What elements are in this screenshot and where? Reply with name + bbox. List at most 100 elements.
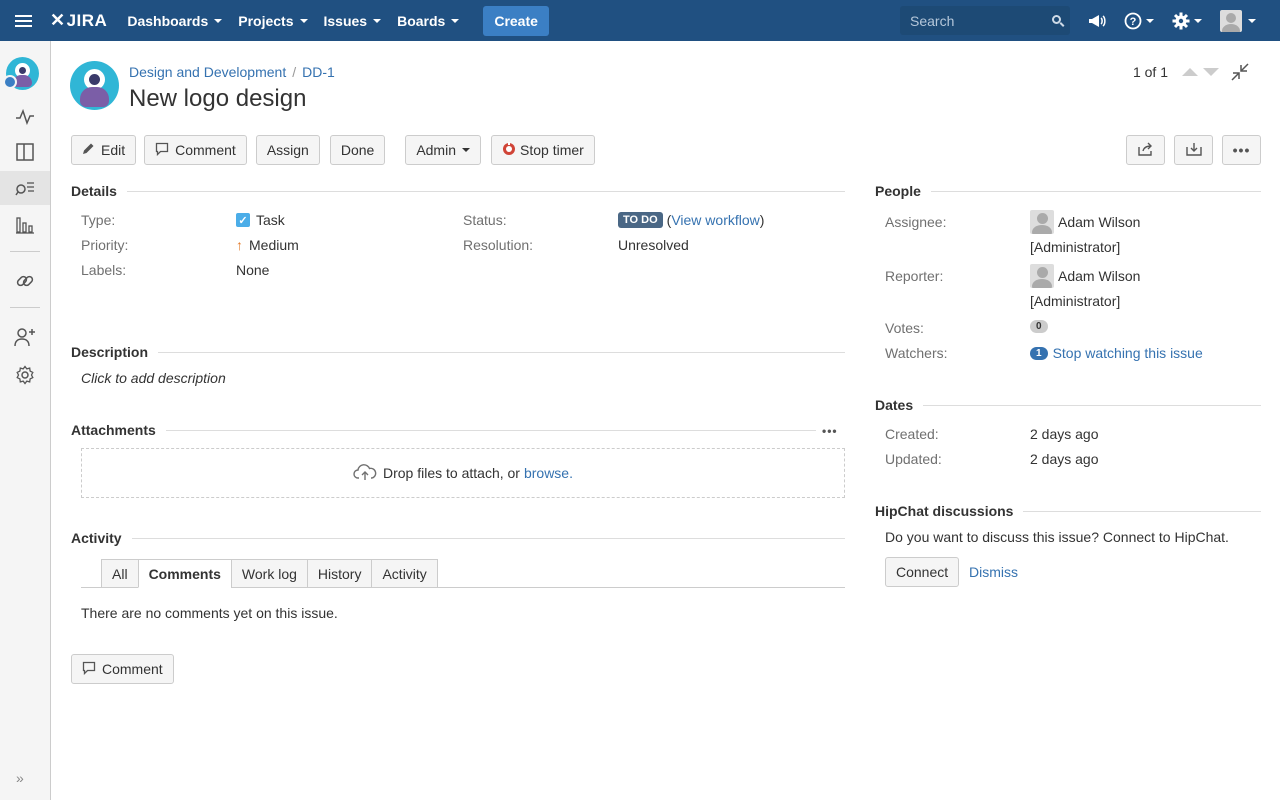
attachments-options-icon[interactable]: ••• xyxy=(822,424,838,438)
next-issue-icon[interactable] xyxy=(1203,68,1219,76)
user-profile-menu[interactable] xyxy=(1220,9,1256,32)
admin-dropdown[interactable]: Admin xyxy=(405,135,481,165)
description-section-heading[interactable]: Description xyxy=(71,344,845,360)
link-icon[interactable] xyxy=(13,269,37,293)
priority-value[interactable]: ↑ Medium xyxy=(236,237,299,253)
watchers-count-badge[interactable]: 1 xyxy=(1030,346,1048,360)
chevron-down-icon xyxy=(214,18,223,23)
tab-work-log[interactable]: Work log xyxy=(230,559,308,588)
stop-watching-link[interactable]: Stop watching this issue xyxy=(1053,345,1203,361)
share-button[interactable] xyxy=(1126,135,1165,165)
reports-icon[interactable] xyxy=(13,213,37,237)
breadcrumb: Design and Development / DD-1 xyxy=(129,64,335,80)
breadcrumb-issue-key-link[interactable]: DD-1 xyxy=(302,64,335,80)
tab-history[interactable]: History xyxy=(306,559,373,588)
assignee-value[interactable]: Adam Wilson xyxy=(1030,210,1140,234)
tab-activity[interactable]: Activity xyxy=(371,559,438,588)
description-field[interactable]: Click to add description xyxy=(81,370,226,386)
jira-logo-icon: ✕ xyxy=(50,10,66,30)
create-button[interactable]: Create xyxy=(483,5,549,36)
reporter-label: Reporter: xyxy=(885,268,944,284)
status-badge: TO DO xyxy=(618,212,663,228)
assignee-label: Assignee: xyxy=(885,214,947,230)
more-icon: ••• xyxy=(1232,142,1251,158)
priority-medium-icon: ↑ xyxy=(236,237,243,253)
issue-title[interactable]: New logo design xyxy=(129,85,306,113)
activity-icon[interactable] xyxy=(13,105,37,129)
export-button-group xyxy=(1174,135,1213,165)
votes-value[interactable]: 0 xyxy=(1030,320,1048,333)
cloud-upload-icon xyxy=(353,463,377,484)
edit-icon xyxy=(82,142,95,158)
attachments-section-heading[interactable]: Attachments xyxy=(71,422,816,438)
hipchat-section-heading[interactable]: HipChat discussions xyxy=(875,503,1261,519)
nav-boards[interactable]: Boards xyxy=(397,13,460,29)
search-icon[interactable] xyxy=(1052,15,1061,24)
expand-sidebar-icon[interactable]: » xyxy=(16,770,24,786)
labels-value[interactable]: None xyxy=(236,262,269,278)
type-label: Type: xyxy=(81,212,116,228)
hipchat-prompt: Do you want to discuss this issue? Conne… xyxy=(885,529,1229,545)
share-button-group xyxy=(1126,135,1165,165)
tab-comments[interactable]: Comments xyxy=(137,559,232,588)
status-label: Status: xyxy=(463,212,507,228)
attachment-dropzone[interactable]: Drop files to attach, or browse. xyxy=(81,448,845,498)
export-button[interactable] xyxy=(1174,135,1213,165)
search-input[interactable]: Search xyxy=(900,6,1070,35)
details-section-heading[interactable]: Details xyxy=(71,183,845,199)
reporter-value[interactable]: Adam Wilson xyxy=(1030,264,1140,288)
updated-label: Updated: xyxy=(885,451,942,467)
labels-label: Labels: xyxy=(81,262,127,278)
jira-logo[interactable]: ✕ JIRA xyxy=(50,10,107,31)
done-button[interactable]: Done xyxy=(329,135,386,165)
nav-issues[interactable]: Issues xyxy=(324,13,382,29)
comment-button[interactable]: Comment xyxy=(144,135,247,165)
issues-search-icon[interactable] xyxy=(0,171,50,205)
activity-section-heading[interactable]: Activity xyxy=(71,530,845,546)
sidebar-divider xyxy=(10,251,40,252)
type-value[interactable]: ✓ Task xyxy=(236,212,285,228)
people-section-heading[interactable]: People xyxy=(875,183,1261,199)
help-icon[interactable]: ? xyxy=(1124,12,1154,30)
dates-section-heading[interactable]: Dates xyxy=(875,397,1261,413)
view-workflow-link[interactable]: View workflow xyxy=(671,212,759,228)
menu-icon[interactable] xyxy=(0,0,46,41)
browse-link[interactable]: browse. xyxy=(524,465,573,481)
sidebar-divider xyxy=(10,307,40,308)
votes-count-badge: 0 xyxy=(1030,320,1048,333)
more-button-group: ••• xyxy=(1222,135,1261,165)
chevron-down-icon xyxy=(373,18,382,23)
stop-timer-button[interactable]: Stop timer xyxy=(491,135,595,165)
add-comment-button[interactable]: Comment xyxy=(71,654,174,684)
settings-icon[interactable] xyxy=(1172,12,1202,30)
previous-issue-icon[interactable] xyxy=(1182,68,1198,76)
project-settings-icon[interactable] xyxy=(13,363,37,387)
more-button[interactable]: ••• xyxy=(1222,135,1261,165)
notifications-icon[interactable] xyxy=(1088,13,1106,29)
breadcrumb-project-link[interactable]: Design and Development xyxy=(129,64,286,80)
chevron-down-icon xyxy=(1146,18,1154,23)
collapse-icon[interactable] xyxy=(1231,63,1249,84)
add-user-icon[interactable] xyxy=(13,325,37,349)
connect-button[interactable]: Connect xyxy=(885,557,960,587)
nav-dashboards[interactable]: Dashboards xyxy=(127,13,223,29)
edit-button[interactable]: Edit xyxy=(71,135,137,165)
task-icon: ✓ xyxy=(236,213,250,227)
watchers-value: 1 Stop watching this issue xyxy=(1030,345,1203,361)
watchers-label: Watchers: xyxy=(885,345,948,361)
tab-all[interactable]: All xyxy=(101,559,139,588)
nav-projects[interactable]: Projects xyxy=(238,13,308,29)
assignee-role: [Administrator] xyxy=(1030,239,1121,255)
created-value: 2 days ago xyxy=(1030,426,1099,442)
pager-arrows xyxy=(1182,68,1219,76)
status-value: TO DO (View workflow) xyxy=(618,212,764,228)
priority-label: Priority: xyxy=(81,237,129,253)
resolution-value: Unresolved xyxy=(618,237,689,253)
comment-icon xyxy=(155,142,169,159)
timer-icon xyxy=(502,141,516,159)
chevron-down-icon xyxy=(1194,18,1202,23)
updated-value: 2 days ago xyxy=(1030,451,1099,467)
dismiss-link[interactable]: Dismiss xyxy=(969,564,1018,580)
board-icon[interactable] xyxy=(13,140,37,164)
assign-button[interactable]: Assign xyxy=(255,135,320,165)
